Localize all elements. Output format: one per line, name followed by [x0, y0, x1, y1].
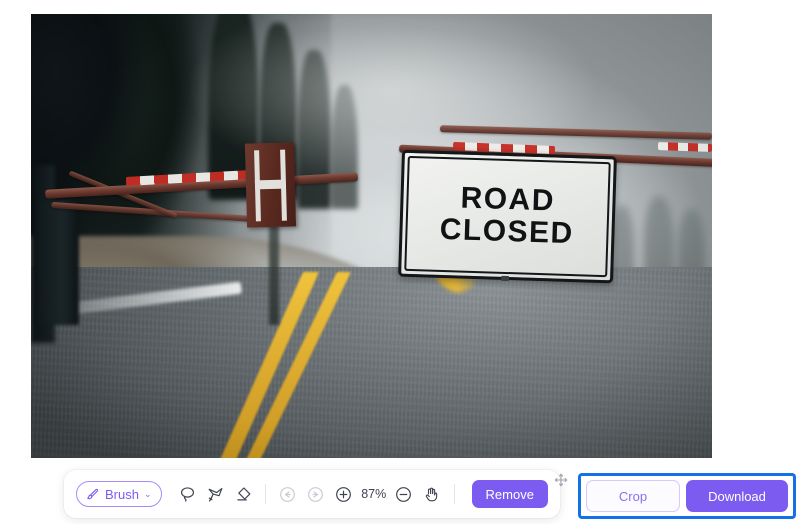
gate-post: [269, 213, 279, 325]
pan-tool[interactable]: [419, 479, 445, 509]
download-button[interactable]: Download: [686, 480, 788, 512]
gate-post: [37, 200, 79, 325]
gate-stripe: [657, 141, 712, 152]
brush-icon: [85, 487, 100, 502]
toolbar-divider: [453, 484, 455, 504]
brush-tool-label: Brush: [105, 486, 139, 502]
remove-button[interactable]: Remove: [471, 480, 548, 508]
image-editor-canvas[interactable]: ROAD CLOSED: [31, 14, 712, 458]
source-photo: ROAD CLOSED: [31, 14, 712, 458]
sign-line-1: ROAD: [460, 181, 556, 218]
zoom-in-button[interactable]: [331, 479, 357, 509]
polygon-lasso-tool[interactable]: [202, 479, 228, 509]
image-editor-app: ROAD CLOSED Brush ⌄ 87% Remove Crop Down…: [0, 0, 800, 524]
crop-button[interactable]: Crop: [586, 480, 680, 512]
road-closed-sign: ROAD CLOSED: [398, 150, 617, 284]
toolbar-divider: [265, 484, 266, 504]
undo-button[interactable]: [275, 479, 301, 509]
zoom-out-button[interactable]: [391, 479, 417, 509]
chevron-down-icon[interactable]: ⌄: [144, 489, 152, 500]
sign-line-2: CLOSED: [439, 213, 575, 251]
action-button-group: Crop Download: [578, 473, 796, 519]
sign-bolt: [501, 275, 510, 282]
gate-hinge-strip: [279, 149, 287, 221]
zoom-level-label: 87%: [361, 487, 387, 501]
editor-toolbar: Brush ⌄ 87% Remove: [64, 470, 560, 518]
lasso-tool[interactable]: [174, 479, 200, 509]
redo-button[interactable]: [303, 479, 329, 509]
eraser-tool[interactable]: [230, 479, 256, 509]
move-icon[interactable]: [553, 472, 569, 488]
brush-tool-button[interactable]: Brush ⌄: [76, 481, 162, 507]
gate-hinge-box: [244, 142, 296, 228]
